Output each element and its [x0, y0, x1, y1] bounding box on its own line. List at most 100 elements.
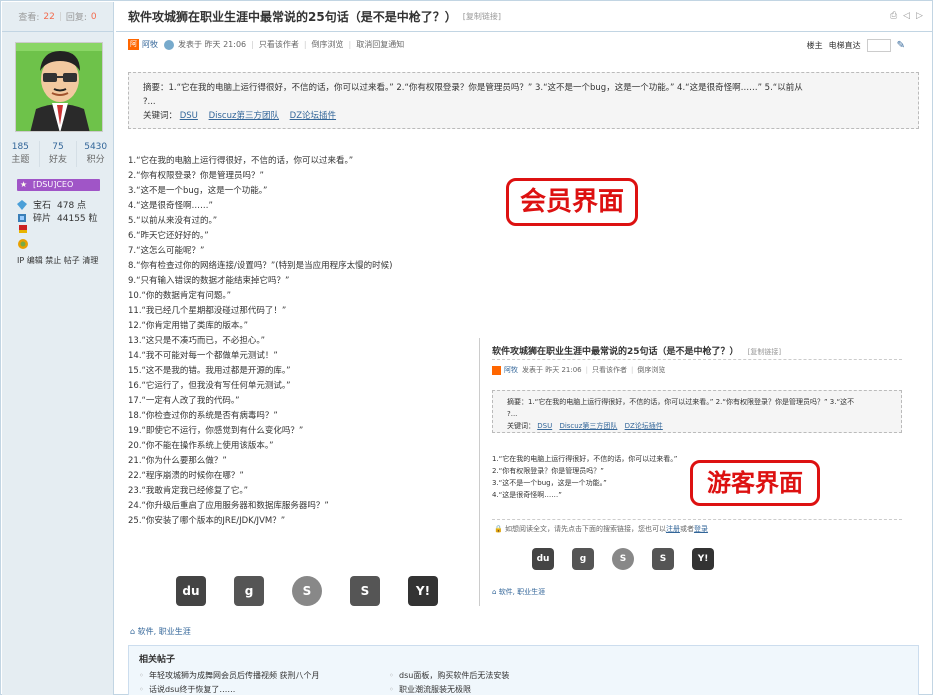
- print-icon[interactable]: ⎙: [890, 12, 899, 21]
- gem-icon: [17, 199, 27, 210]
- inset-reverse: 倒序浏览: [637, 366, 666, 374]
- soso-share-icon: S: [652, 548, 674, 570]
- avatar[interactable]: [15, 42, 103, 132]
- sogou-share-icon[interactable]: S: [292, 576, 322, 606]
- member-interface-stamp: 会员界面: [506, 178, 638, 226]
- copy-link-button[interactable]: [复制链接]: [463, 11, 501, 22]
- divider: [492, 519, 902, 520]
- divider: [492, 359, 902, 360]
- inset-share-links: du g S S Y!: [532, 548, 714, 570]
- sogou-share-icon: S: [612, 548, 634, 570]
- floor-jump-input[interactable]: [866, 39, 891, 52]
- inset-only-author: 只看该作者: [591, 366, 627, 374]
- title-toolbar: ⎙ ◁ ▷: [890, 12, 925, 21]
- fragment-icon: [17, 213, 27, 223]
- replies-label: 回复:: [65, 13, 87, 23]
- notice-or: 或者: [679, 525, 694, 533]
- content-line: 18.“你检查过你的系统是否有病毒吗？”: [128, 411, 278, 421]
- google-share-icon[interactable]: g: [234, 576, 264, 606]
- post-tags: ⌂ 软件, 职业生涯: [130, 626, 191, 637]
- summary-text: 1.“它在我的电脑上运行得很好，不信的话，你可以过来看。” 2.“你有权限登录？…: [168, 83, 803, 93]
- tag-icon: ⌂: [130, 627, 136, 636]
- inset-content-line: 4.“这是很奇怪啊……”: [492, 491, 562, 499]
- credit-fragments: 碎片 44155 粒: [17, 211, 98, 224]
- summary-label: 摘要：: [143, 83, 169, 93]
- post-content: 1.“它在我的电脑上运行得很好，不信的话，你可以过来看。” 2.“你有权限登录？你…: [128, 154, 392, 529]
- credit-name: 宝石: [33, 201, 52, 211]
- content-line: 23.“我敢肯定我已经修复了它。”: [128, 486, 249, 496]
- post-meta: 阿 阿牧 发表于 昨天 21:06 | 只看该作者 | 倒序浏览 | 取消回复通…: [128, 39, 405, 50]
- inset-post-time: 发表于 昨天 21:06: [522, 366, 582, 374]
- content-line: 9.“只有输入错误的数据才能结束掉它吗？”: [128, 276, 290, 286]
- author-badge-icon: [492, 365, 501, 375]
- star-icon: ★: [20, 180, 28, 189]
- reverse-order-link[interactable]: 倒序浏览: [312, 39, 344, 50]
- stat-points[interactable]: 5430 积分: [77, 141, 114, 167]
- author-link[interactable]: 阿牧: [142, 39, 158, 50]
- content-line: 12.“你肯定用错了类库的版本。”: [128, 321, 249, 331]
- keyword-link[interactable]: DZ论坛插件: [290, 111, 336, 121]
- related-thread-link[interactable]: 话说dsu终于恢复了……: [139, 683, 389, 695]
- content-line: 17.“一定有人改了我的代码。”: [128, 396, 240, 406]
- stat-threads[interactable]: 185 主题: [2, 141, 40, 167]
- guest-interface-stamp: 游客界面: [690, 460, 820, 506]
- user-stats: 185 主题 75 好友 5430 积分: [2, 141, 114, 167]
- credit-value: 44155 粒: [57, 214, 98, 224]
- summary-text-cont: ?...: [143, 97, 156, 107]
- author-sidebar: 查看: 22 | 回复: 0 185 主题 75 好友 5430 积分 ★ [D…: [2, 2, 114, 695]
- medal-icon[interactable]: [17, 225, 29, 237]
- related-thread-link[interactable]: dsu面板，购买软件后无法安装: [389, 669, 639, 683]
- content-line: 3.“这不是一个bug，这是一个功能。”: [128, 186, 268, 196]
- prev-thread-icon[interactable]: ◁: [903, 12, 912, 21]
- notice-text: 如想阅读全文，请先点击下面的搜索链接，您也可以: [504, 525, 666, 533]
- yahoo-share-icon: Y!: [692, 548, 714, 570]
- inset-author: 阿牧: [504, 366, 518, 374]
- tag-icon: ⌂: [492, 588, 497, 596]
- inset-thread-title: 软件攻城狮在职业生涯中最常说的25句话（是不是中枪了？） [复制链接]: [492, 344, 781, 357]
- cancel-reply-notify-link[interactable]: 取消回复通知: [356, 39, 404, 50]
- rank-label: [DSU]CEO: [33, 180, 74, 189]
- related-thread-link[interactable]: 职业潮流服装无极限: [389, 683, 639, 695]
- inset-register-link: 注册: [665, 525, 680, 533]
- only-author-link[interactable]: 只看该作者: [259, 39, 299, 50]
- yahoo-share-icon[interactable]: Y!: [408, 576, 438, 606]
- content-line: 11.“我已经几个星期都没碰过那代码了！”: [128, 306, 287, 316]
- tag-links[interactable]: 软件, 职业生涯: [138, 627, 191, 636]
- inset-summary-label: 摘要：: [507, 398, 528, 406]
- inset-login-notice: 🔒 如想阅读全文，请先点击下面的搜索链接，您也可以注册或者登录: [494, 524, 708, 534]
- google-share-icon: g: [572, 548, 594, 570]
- stat-friends[interactable]: 75 好友: [40, 141, 78, 167]
- medal-icon[interactable]: [17, 238, 29, 250]
- inset-summary-text-cont: ?...: [507, 410, 518, 418]
- inset-content-line: 1.“它在我的电脑上运行得很好，不信的话，你可以过来看。”: [492, 455, 678, 463]
- inset-post-content: 1.“它在我的电脑上运行得很好，不信的话，你可以过来看。” 2.“你有权限登录？你…: [492, 453, 677, 501]
- content-line: 16.“它运行了，但我没有写任何单元测试。”: [128, 381, 291, 391]
- inset-keyword: Discuz第三方团队: [559, 422, 618, 430]
- avatar-illustration: [16, 43, 102, 131]
- inset-content-line: 2.“你有权限登录？你是管理员吗？”: [492, 467, 604, 475]
- next-thread-icon[interactable]: ▷: [916, 12, 925, 21]
- floor-go-icon[interactable]: ✎: [897, 40, 905, 51]
- user-rank-badge: ★ [DSU]CEO: [17, 179, 100, 191]
- views-count: 22: [43, 11, 55, 22]
- credit-name: 碎片: [33, 214, 52, 224]
- post-time: 发表于 昨天 21:06: [178, 40, 247, 49]
- inset-content-line: 3.“这不是一个bug，这是一个功能。”: [492, 479, 607, 487]
- content-line: 14.“我不可能对每一个都做单元测试！”: [128, 351, 278, 361]
- stat-label: 主题: [11, 155, 30, 165]
- related-thread-link[interactable]: 年轻攻城狮为成舞网会员后传播视频 获刑八个月: [139, 669, 389, 683]
- content-line: 15.“这不是我的错。我用过都是开源的库。”: [128, 366, 291, 376]
- content-line: 21.“你为什么要那么做？”: [128, 456, 227, 466]
- keyword-link[interactable]: DSU: [180, 111, 198, 121]
- thread-title-bar: 软件攻城狮在职业生涯中最常说的25句话（是不是中枪了？） [复制链接]: [116, 2, 933, 32]
- credit-value: 478 点: [57, 201, 87, 211]
- admin-actions[interactable]: IP 编辑 禁止 帖子 清理: [17, 255, 98, 266]
- keyword-link[interactable]: Discuz第三方团队: [209, 111, 279, 121]
- inset-post-meta: 阿牧 发表于 昨天 21:06 | 只看该作者 | 倒序浏览: [492, 365, 665, 375]
- inset-keywords-label: 关键词：: [507, 422, 535, 430]
- baidu-share-icon[interactable]: du: [176, 576, 206, 606]
- inset-tag-links: 软件, 职业生涯: [498, 588, 546, 596]
- stat-value: 75: [52, 142, 64, 152]
- soso-share-icon[interactable]: S: [350, 576, 380, 606]
- inset-keyword: DSU: [537, 422, 553, 430]
